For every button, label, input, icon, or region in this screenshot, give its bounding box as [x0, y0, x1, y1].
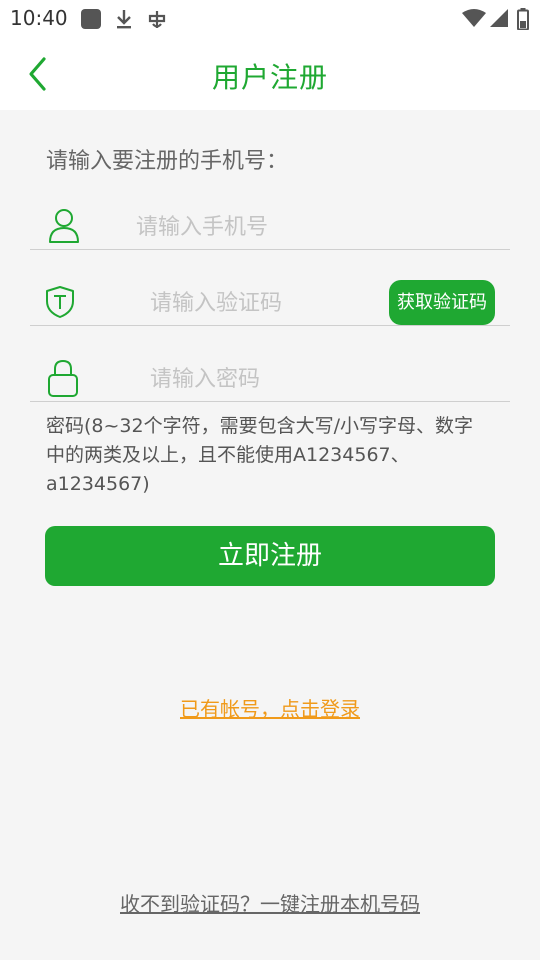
register-submit-button[interactable]: 立即注册 — [45, 526, 495, 586]
download-icon — [117, 10, 131, 29]
phone-input[interactable] — [136, 212, 496, 242]
shield-icon — [46, 286, 74, 318]
user-icon — [49, 209, 79, 243]
one-key-register-link[interactable]: 收不到验证码？一键注册本机号码 — [120, 892, 420, 916]
battery-icon — [517, 8, 529, 30]
bug-icon — [148, 11, 166, 28]
login-link-row: 已有帐号，点击登录 — [0, 693, 540, 722]
lock-icon — [48, 359, 78, 397]
password-row — [30, 350, 510, 402]
phone-row — [30, 200, 510, 250]
cell-signal-icon — [490, 9, 508, 27]
password-input[interactable] — [150, 364, 490, 394]
one-key-register-row: 收不到验证码？一键注册本机号码 — [0, 888, 540, 917]
login-link[interactable]: 已有帐号，点击登录 — [180, 697, 360, 721]
password-hint: 密码(8~32个字符，需要包含大写/小写字母、数字中的两类及以上，且不能使用A1… — [46, 415, 474, 495]
wifi-icon — [462, 9, 486, 27]
verification-code-input[interactable] — [150, 288, 370, 318]
page-title: 用户注册 — [211, 61, 328, 94]
app-header: 用户注册 — [0, 38, 540, 110]
phone-prompt-label: 请输入要注册的手机号： — [46, 149, 289, 174]
get-code-button[interactable]: 获取验证码 — [389, 280, 495, 325]
status-time: 10:40 — [10, 6, 68, 30]
app-notification-icon — [81, 9, 101, 29]
status-bar: 10:40 — [0, 0, 540, 38]
